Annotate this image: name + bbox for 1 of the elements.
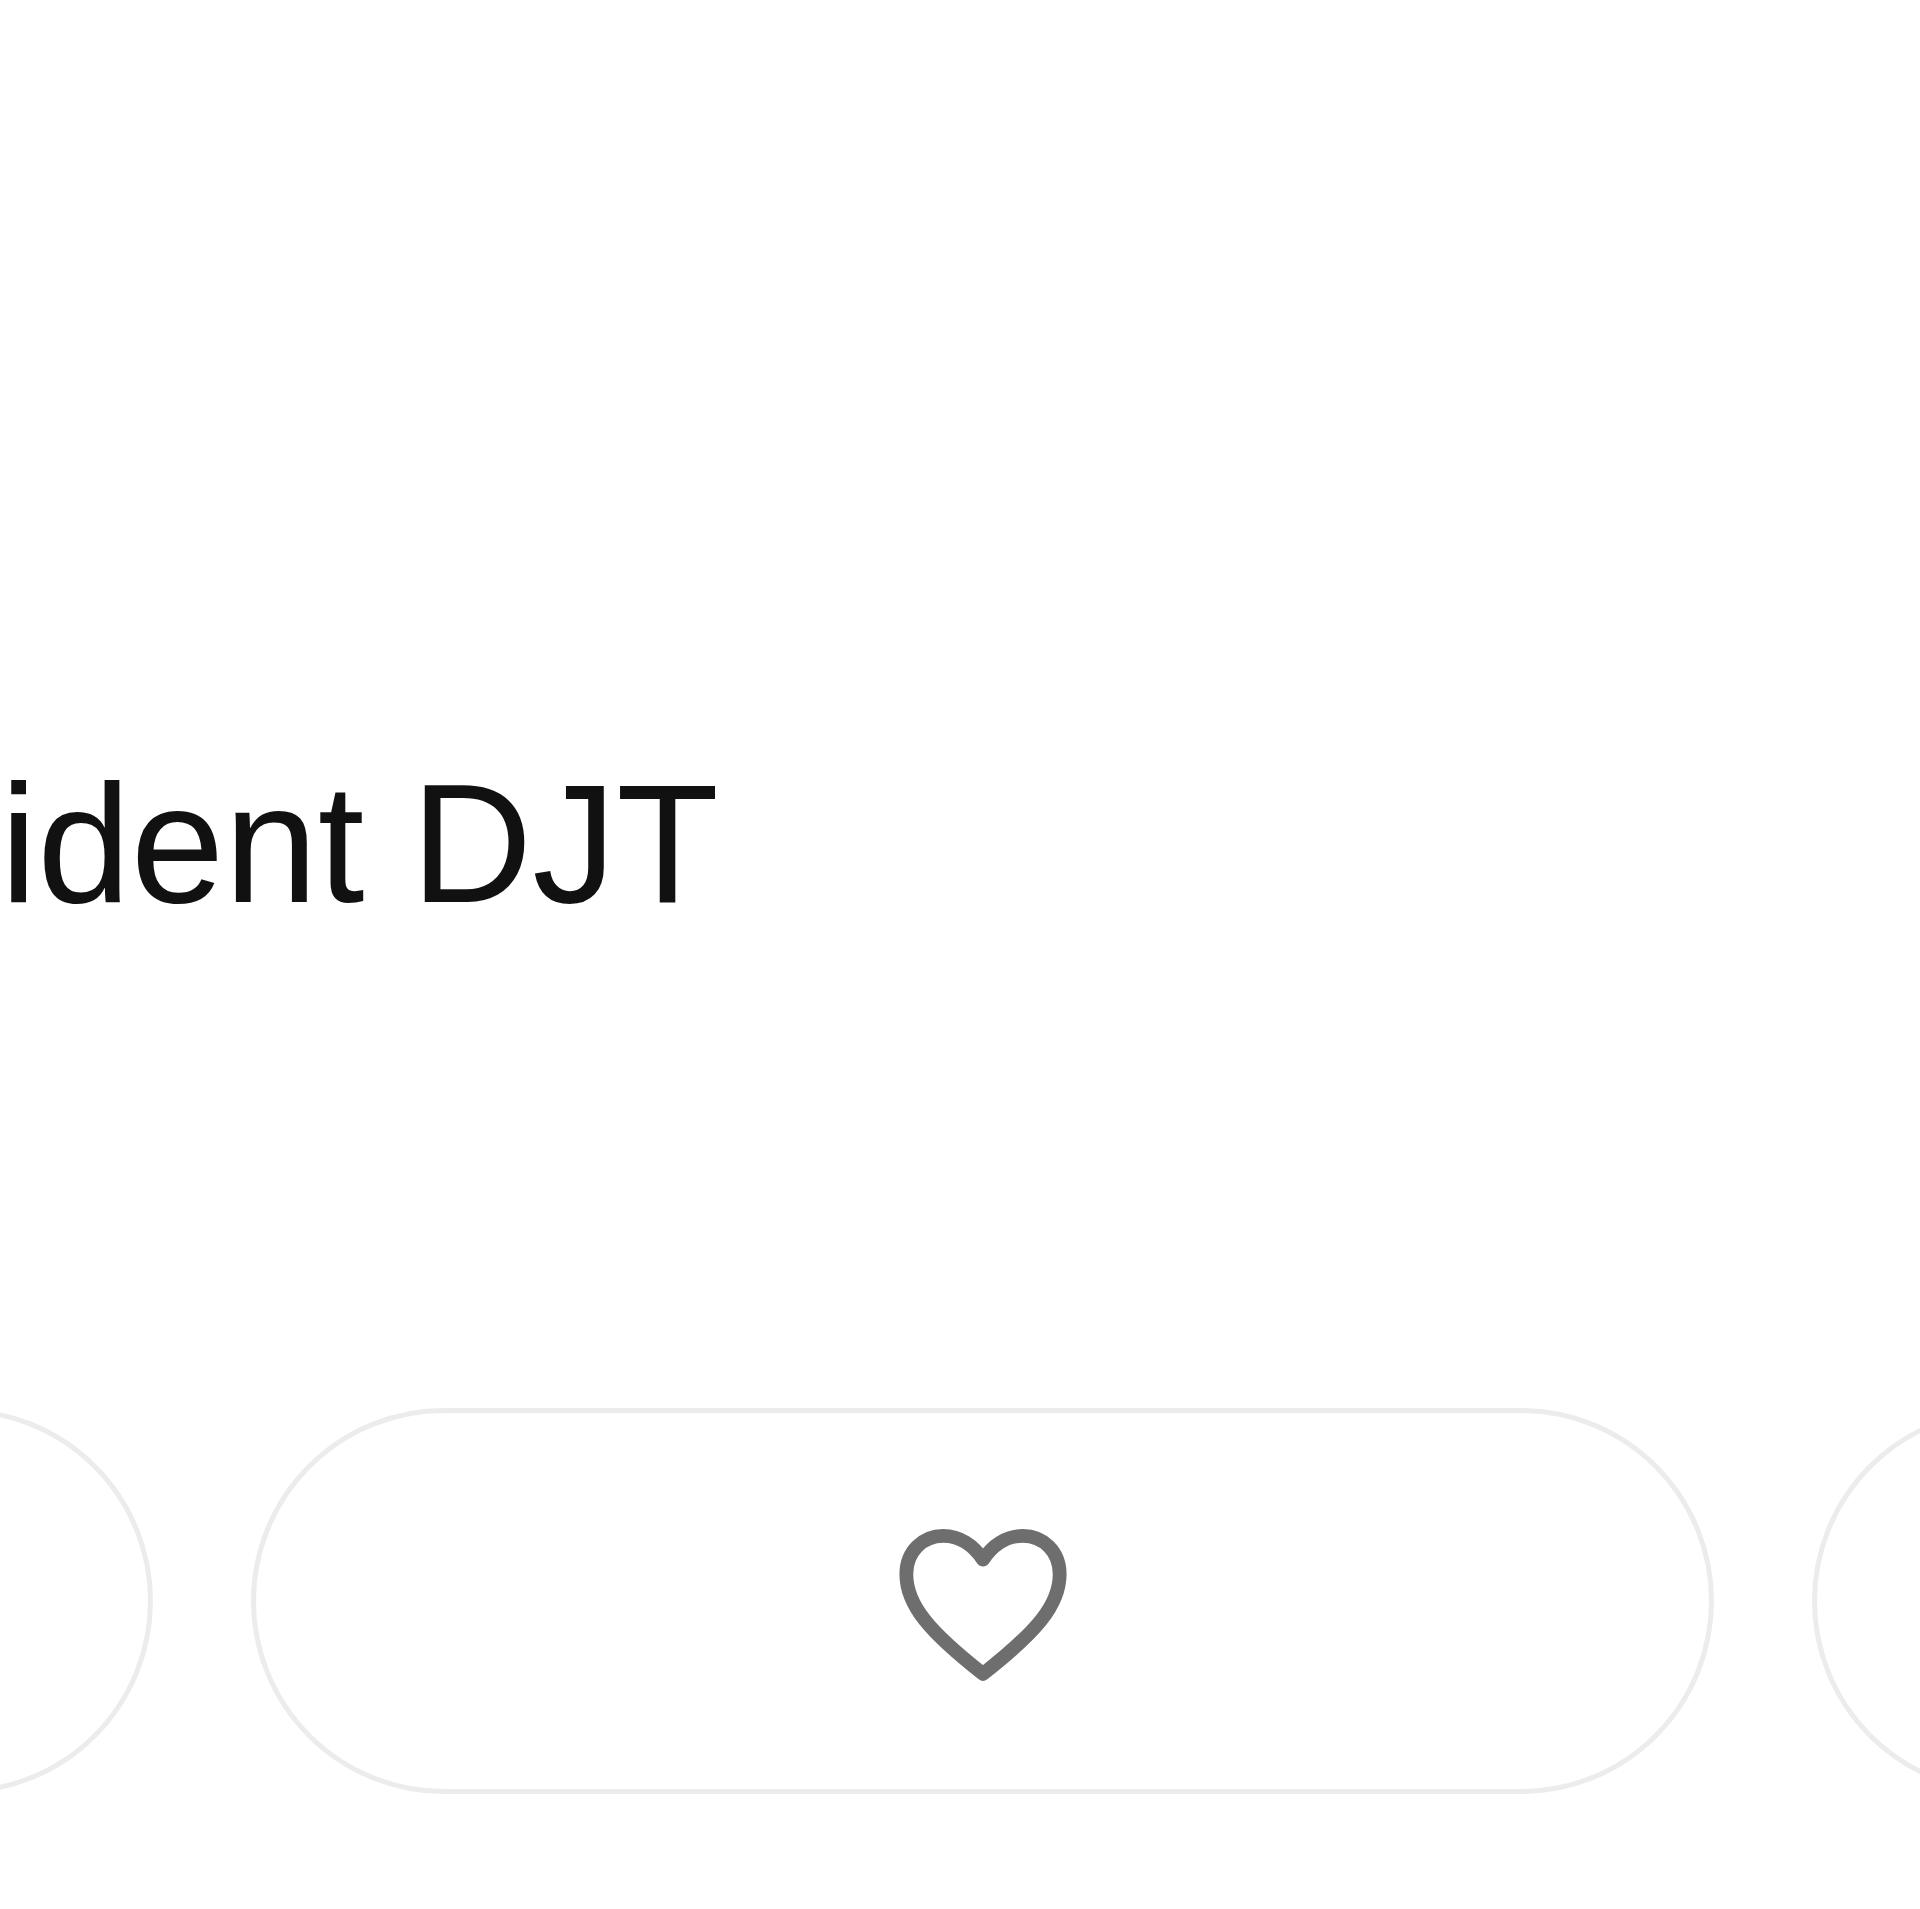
post-text: ident DJT xyxy=(0,750,719,938)
